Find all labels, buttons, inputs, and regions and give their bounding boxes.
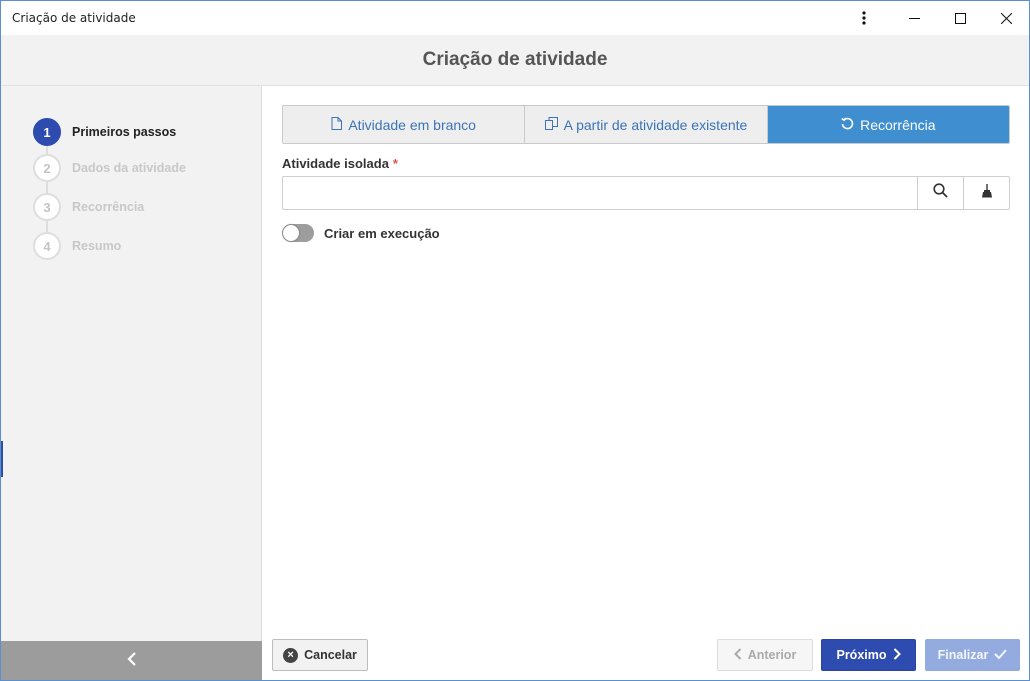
step-number: 4 <box>33 232 61 260</box>
window-title: Criação de atividade <box>12 11 136 25</box>
step-number: 1 <box>33 118 61 146</box>
title-bar: Criação de atividade <box>1 1 1029 35</box>
step-dados-da-atividade[interactable]: 2 Dados da atividade <box>33 154 186 182</box>
tab-recorrencia[interactable]: Recorrência <box>767 106 1009 143</box>
criar-em-execucao-row: Criar em execução <box>282 224 440 242</box>
atividade-isolada-input-group <box>282 176 1010 210</box>
step-label: Dados da atividade <box>72 161 186 175</box>
broom-icon <box>981 183 993 203</box>
close-icon[interactable] <box>983 1 1029 35</box>
tab-atividade-em-branco[interactable]: Atividade em branco <box>283 106 526 143</box>
step-label: Primeiros passos <box>72 125 177 139</box>
atividade-isolada-input[interactable] <box>283 177 917 209</box>
clear-button[interactable] <box>963 177 1009 209</box>
more-options-icon[interactable] <box>841 1 887 35</box>
tab-a-partir-de-atividade-existente[interactable]: A partir de atividade existente <box>525 106 768 143</box>
step-number: 2 <box>33 154 61 182</box>
search-icon <box>933 183 948 203</box>
cancel-button[interactable]: × Cancelar <box>272 639 368 671</box>
step-primeiros-passos[interactable]: 1 Primeiros passos <box>33 118 176 146</box>
previous-label: Anterior <box>747 648 797 662</box>
next-label: Próximo <box>836 648 887 662</box>
cancel-label: Cancelar <box>304 648 357 662</box>
toggle-label: Criar em execução <box>324 225 440 241</box>
chevron-left-icon <box>126 652 137 671</box>
next-button[interactable]: Próximo <box>821 639 916 671</box>
collapse-sidebar-button[interactable] <box>1 641 262 680</box>
activity-creation-window: Criação de atividade Criação de atividad… <box>0 0 1030 681</box>
sidebar-edge-indicator <box>1 441 3 477</box>
tab-label: Recorrência <box>860 116 936 133</box>
main-content: Atividade em branco A partir de atividad… <box>263 86 1029 641</box>
file-icon <box>331 116 343 133</box>
step-number: 3 <box>33 193 61 221</box>
steps-connector <box>46 133 48 245</box>
finish-label: Finalizar <box>937 648 989 662</box>
maximize-icon[interactable] <box>937 1 983 35</box>
finish-button[interactable]: Finalizar <box>925 639 1020 671</box>
chevron-right-icon <box>893 647 901 663</box>
wizard-footer: × Cancelar Anterior Próximo Finalizar <box>263 628 1029 680</box>
tab-label: A partir de atividade existente <box>563 116 748 133</box>
field-label-atividade-isolada: Atividade isolada * <box>282 156 398 171</box>
chevron-left-icon <box>733 647 742 663</box>
minimize-icon[interactable] <box>891 1 937 35</box>
check-icon <box>994 648 1008 662</box>
step-label: Recorrência <box>72 200 145 214</box>
cancel-icon: × <box>283 647 299 663</box>
search-button[interactable] <box>917 177 963 209</box>
step-label: Resumo <box>72 239 122 253</box>
field-label-text: Atividade isolada <box>282 156 389 171</box>
page-header: Criação de atividade <box>1 35 1029 86</box>
step-resumo[interactable]: 4 Resumo <box>33 232 121 260</box>
required-mark: * <box>392 156 398 171</box>
copy-icon <box>544 116 558 133</box>
tab-label: Atividade em branco <box>348 116 476 133</box>
toggle-knob <box>283 225 299 241</box>
creation-mode-tabs: Atividade em branco A partir de atividad… <box>282 105 1010 144</box>
refresh-icon <box>841 116 854 133</box>
step-recorrencia[interactable]: 3 Recorrência <box>33 193 144 221</box>
page-title: Criação de atividade <box>422 49 608 70</box>
previous-button[interactable]: Anterior <box>717 639 813 671</box>
criar-em-execucao-toggle[interactable] <box>282 224 314 242</box>
